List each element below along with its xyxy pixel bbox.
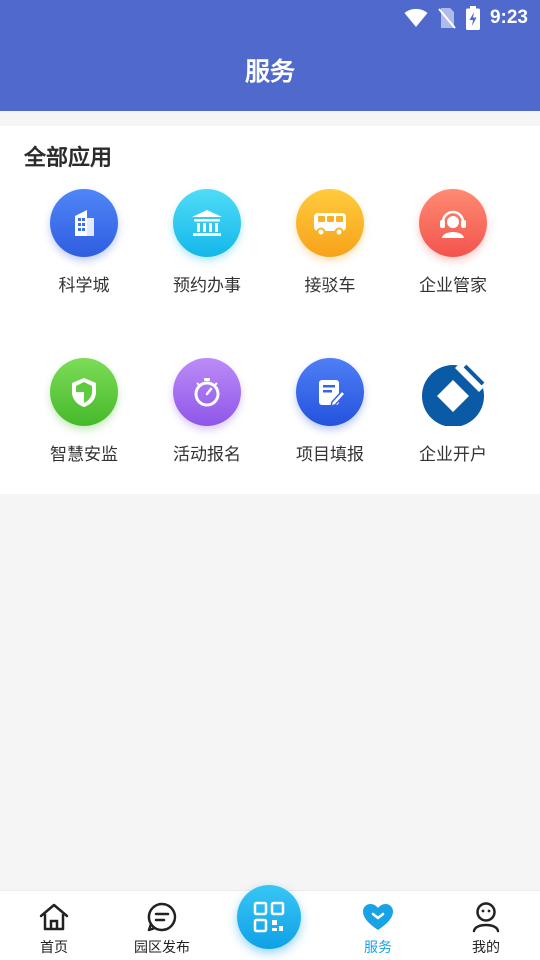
bus-icon [296,189,364,257]
app-event-signup[interactable]: 活动报名 [145,358,269,465]
bank-logo-icon [419,358,487,426]
stopwatch-icon [173,358,241,426]
shield-icon [50,358,118,426]
tab-label: 园区发布 [134,940,190,956]
tab-park-news[interactable]: 园区发布 [108,891,216,960]
app-enterprise-account[interactable]: 企业开户 [391,358,515,465]
app-label: 智慧安监 [50,445,118,465]
app-label: 企业管家 [419,276,487,296]
apps-section: 全部应用 科学城 预约办事 接驳车 企业管家 智慧安监 活动报名 项目填报 企业… [0,126,540,494]
customer-service-icon [419,189,487,257]
app-enterprise-butler[interactable]: 企业管家 [391,189,515,296]
app-label: 接驳车 [304,276,356,296]
tab-label: 我的 [472,940,500,956]
status-time: 9:23 [489,7,528,28]
tab-label: 服务 [364,940,392,956]
heart-icon [324,899,432,935]
qr-scan-button[interactable] [237,885,301,949]
app-science-city[interactable]: 科学城 [22,189,146,296]
home-icon [0,899,108,935]
status-bar: 9:23 [0,0,540,36]
page-title: 服务 [244,57,295,86]
bank-icon [173,189,241,257]
header: 9:23 服务 [0,0,540,111]
section-title: 全部应用 [24,146,113,171]
tab-label: 首页 [40,940,68,956]
qr-scan-icon [253,901,285,933]
app-smart-safety[interactable]: 智慧安监 [22,358,146,465]
app-label: 企业开户 [419,445,487,465]
battery-charging-icon [465,6,480,30]
app-label: 活动报名 [173,445,241,465]
message-icon [108,899,216,935]
app-shuttle-bus[interactable]: 接驳车 [268,189,392,296]
tab-mine[interactable]: 我的 [432,891,540,960]
wifi-icon [404,8,428,27]
user-icon [432,899,540,935]
tab-home[interactable]: 首页 [0,891,108,960]
app-appointment[interactable]: 预约办事 [145,189,269,296]
app-label: 科学城 [58,276,110,296]
app-project-report[interactable]: 项目填报 [268,358,392,465]
form-edit-icon [296,358,364,426]
building-icon [50,189,118,257]
app-label: 预约办事 [173,276,241,296]
app-label: 项目填报 [296,445,364,465]
no-sim-icon [438,8,456,29]
tab-services[interactable]: 服务 [324,891,432,960]
